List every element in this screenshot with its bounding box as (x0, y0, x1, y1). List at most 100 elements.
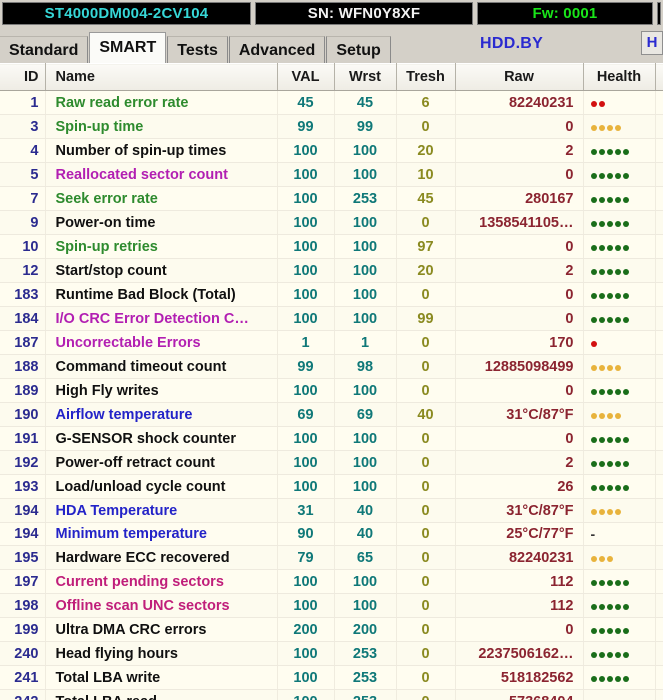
help-button[interactable]: H (641, 31, 663, 55)
attribute-worst: 100 (334, 474, 397, 499)
health-dot-green-icon (606, 172, 613, 179)
health-dots (590, 618, 631, 641)
table-row[interactable]: 184 I/O CRC Error Detection C… 100 100 99 0 (0, 306, 663, 331)
health-dot-green-icon (606, 388, 613, 395)
attribute-name: Spin-up retries (45, 234, 278, 259)
health-dot-green-icon (622, 651, 629, 658)
table-row[interactable]: 7 Seek error rate 100 253 45 280167 (0, 186, 663, 211)
health-dot-orange-icon (614, 364, 621, 371)
row-spacer (655, 306, 663, 331)
table-row[interactable]: 191 G-SENSOR shock counter 100 100 0 0 (0, 426, 663, 451)
attribute-worst: 98 (334, 354, 397, 379)
table-row[interactable]: 197 Current pending sectors 100 100 0 112 (0, 569, 663, 594)
table-row[interactable]: 192 Power-off retract count 100 100 0 2 (0, 450, 663, 475)
tab-advanced[interactable]: Advanced (228, 36, 326, 63)
attribute-worst: 65 (334, 545, 397, 570)
attribute-threshold: 97 (396, 234, 456, 259)
smart-attribute-grid[interactable]: ID Name VAL Wrst Tresh Raw Health 1 Raw r… (0, 63, 663, 700)
table-row[interactable]: 189 High Fly writes 100 100 0 0 (0, 378, 663, 403)
attribute-worst: 100 (334, 426, 397, 451)
health-dots (590, 163, 631, 186)
health-dots (590, 690, 631, 700)
health-dot-green-icon (622, 460, 629, 467)
attribute-value: 31 (277, 498, 335, 523)
health-dot-green-icon (614, 651, 621, 658)
row-spacer (655, 378, 663, 403)
health-dots (590, 403, 623, 426)
attribute-id: 5 (0, 162, 46, 187)
column-header-name[interactable]: Name (45, 63, 278, 91)
attribute-worst: 253 (334, 689, 397, 700)
health-dot-orange-icon (614, 124, 621, 131)
row-spacer (655, 330, 663, 355)
health-dots (590, 427, 631, 450)
table-row[interactable]: 195 Hardware ECC recovered 79 65 0 82240231 (0, 545, 663, 570)
table-row[interactable]: 3 Spin-up time 99 99 0 0 (0, 114, 663, 139)
attribute-id: 187 (0, 330, 46, 355)
health-dot-green-icon (606, 436, 613, 443)
column-header-wrst[interactable]: Wrst (334, 63, 397, 91)
attribute-name: Hardware ECC recovered (45, 545, 278, 570)
attribute-threshold: 99 (396, 306, 456, 331)
column-header-raw[interactable]: Raw (455, 63, 584, 91)
column-header-val[interactable]: VAL (277, 63, 335, 91)
table-row[interactable]: 10 Spin-up retries 100 100 97 0 (0, 234, 663, 259)
health-dot-red-icon (590, 340, 597, 347)
health-dot-green-icon (622, 220, 629, 227)
attribute-id: 191 (0, 426, 46, 451)
table-row[interactable]: 5 Reallocated sector count 100 100 10 0 (0, 162, 663, 187)
table-row[interactable]: 241 Total LBA write 100 253 0 518182562 (0, 665, 663, 690)
table-row[interactable]: 194 Minimum temperature 90 40 0 25°C/77°F - (0, 522, 663, 546)
column-header-health[interactable]: Health (583, 63, 656, 91)
health-dots (590, 594, 631, 617)
attribute-threshold: 6 (396, 90, 456, 115)
attribute-name: Ultra DMA CRC errors (45, 617, 278, 642)
table-row[interactable]: 1 Raw read error rate 45 45 6 82240231 (0, 90, 663, 115)
attribute-name: Total LBA read (45, 689, 278, 700)
table-row[interactable]: 188 Command timeout count 99 98 0 12885098499 (0, 354, 663, 379)
health-dots (590, 379, 631, 402)
attribute-threshold: 0 (396, 378, 456, 403)
column-header-tresh[interactable]: Tresh (396, 63, 456, 91)
attribute-raw: 82240231 (455, 90, 584, 115)
attribute-id: 195 (0, 545, 46, 570)
attribute-raw: 25°C/77°F (455, 522, 584, 546)
health-dot-green-icon (590, 603, 597, 610)
attribute-value: 99 (277, 114, 335, 139)
tab-smart[interactable]: SMART (89, 32, 167, 64)
table-row[interactable]: 9 Power-on time 100 100 0 1358541105… (0, 210, 663, 235)
table-row[interactable]: 242Total LBA read100253057368404 (0, 689, 663, 700)
row-spacer (655, 114, 663, 139)
table-row[interactable]: 12 Start/stop count 100 100 20 2 (0, 258, 663, 283)
table-row[interactable]: 187 Uncorrectable Errors 1 1 0 170 (0, 330, 663, 355)
attribute-threshold: 0 (396, 282, 456, 307)
tab-setup[interactable]: Setup (326, 36, 391, 63)
row-spacer (655, 402, 663, 427)
table-row[interactable]: 183 Runtime Bad Block (Total) 100 100 0 0 (0, 282, 663, 307)
table-row[interactable]: 199 Ultra DMA CRC errors 200 200 0 0 (0, 617, 663, 642)
attribute-health (583, 306, 656, 331)
tab-standard[interactable]: Standard (0, 36, 89, 63)
tab-tests[interactable]: Tests (167, 36, 228, 63)
table-row[interactable]: 198 Offline scan UNC sectors 100 100 0 112 (0, 593, 663, 618)
attribute-value: 100 (277, 258, 335, 283)
row-spacer (655, 545, 663, 570)
attribute-name: Number of spin-up times (45, 138, 278, 163)
column-header-id[interactable]: ID (0, 63, 46, 91)
table-row[interactable]: 190 Airflow temperature 69 69 40 31°C/87°F (0, 402, 663, 427)
health-dot-green-icon (622, 484, 629, 491)
row-spacer (655, 498, 663, 523)
health-dots (590, 355, 623, 378)
attribute-value: 100 (277, 186, 335, 211)
table-row[interactable]: 194 HDA Temperature 31 40 0 31°C/87°F (0, 498, 663, 523)
table-row[interactable]: 4 Number of spin-up times 100 100 20 2 (0, 138, 663, 163)
table-row[interactable]: 240 Head flying hours 100 253 0 2237506162… (0, 641, 663, 666)
attribute-threshold: 0 (396, 330, 456, 355)
table-row[interactable]: 193 Load/unload cycle count 100 100 0 26 (0, 474, 663, 499)
health-dot-green-icon (590, 268, 597, 275)
row-spacer (655, 522, 663, 546)
health-dot-green-icon (598, 675, 605, 682)
attribute-id: 184 (0, 306, 46, 331)
attribute-name: Seek error rate (45, 186, 278, 211)
attribute-health (583, 474, 656, 499)
